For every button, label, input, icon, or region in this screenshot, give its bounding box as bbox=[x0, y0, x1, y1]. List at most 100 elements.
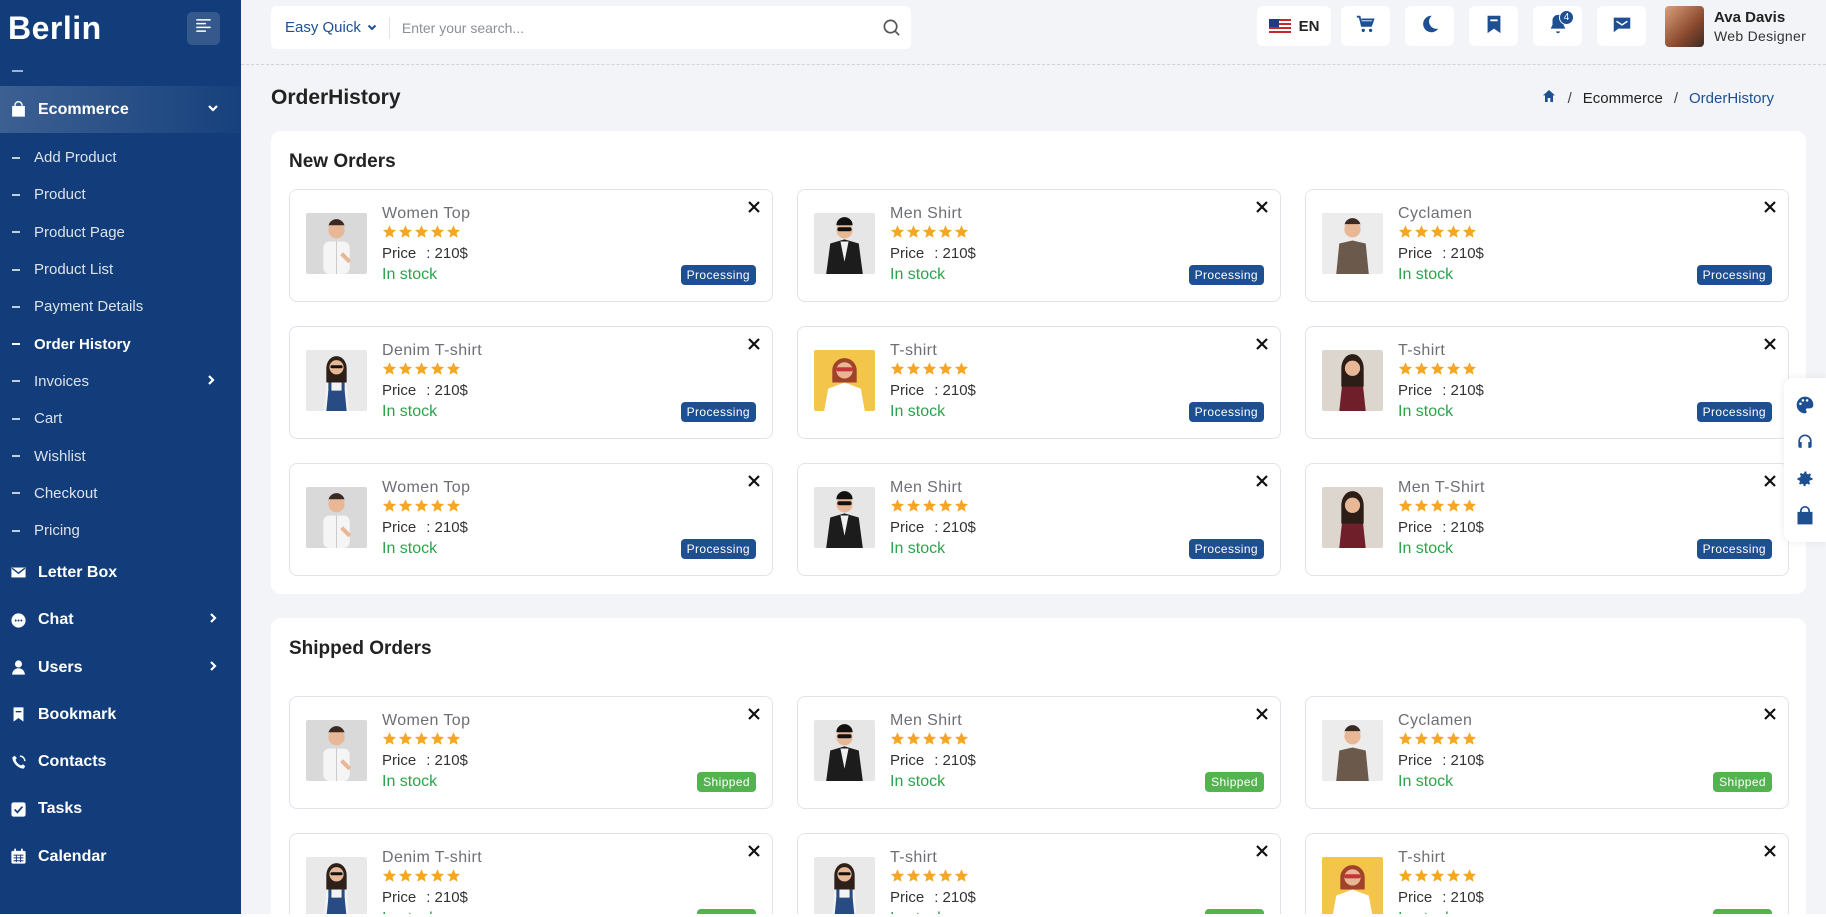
order-item-card[interactable]: Men T-Shirt Price: 210$ In stock Processing bbox=[1305, 463, 1789, 576]
sidebar-subitem-pricing[interactable]: Pricing bbox=[0, 512, 241, 549]
product-image[interactable] bbox=[1322, 213, 1383, 274]
product-name[interactable]: Men Shirt bbox=[890, 479, 962, 497]
order-item-card[interactable]: Men Shirt Price: 210$ In stock Processing bbox=[797, 463, 1281, 576]
product-name[interactable]: Women Top bbox=[382, 479, 470, 497]
product-name[interactable]: T-shirt bbox=[890, 342, 937, 360]
order-item-card[interactable]: T-shirt Price: 210$ In stock Processing bbox=[1305, 326, 1789, 439]
headset-icon[interactable] bbox=[1794, 431, 1816, 453]
palette-icon[interactable] bbox=[1794, 394, 1816, 416]
messages-button[interactable] bbox=[1597, 6, 1646, 46]
close-icon[interactable] bbox=[747, 474, 761, 488]
sidebar-toggle-button[interactable] bbox=[187, 11, 220, 45]
home-icon[interactable] bbox=[1541, 88, 1557, 108]
product-image[interactable] bbox=[814, 720, 875, 781]
search-input[interactable] bbox=[389, 19, 871, 36]
sidebar-item-calendar[interactable]: Calendar bbox=[0, 833, 241, 880]
order-item-card[interactable]: Men Shirt Price: 210$ In stock Shipped bbox=[797, 696, 1281, 809]
order-item-card[interactable]: T-shirt Price: 210$ In stock Processing bbox=[797, 326, 1281, 439]
order-item-card[interactable]: Men Shirt Price: 210$ In stock Processing bbox=[797, 189, 1281, 302]
sidebar-item-letter-box[interactable]: Letter Box bbox=[0, 549, 241, 596]
sidebar-item-users[interactable]: Users bbox=[0, 644, 241, 691]
sidebar-subitem-product[interactable]: Product bbox=[0, 176, 241, 213]
product-image[interactable] bbox=[1322, 487, 1383, 548]
product-image[interactable] bbox=[1322, 720, 1383, 781]
search-icon[interactable] bbox=[871, 18, 911, 37]
close-icon[interactable] bbox=[1255, 337, 1269, 351]
sidebar-item-bookmark[interactable]: Bookmark bbox=[0, 691, 241, 738]
sidebar-subitem-label: Order History bbox=[34, 335, 131, 353]
close-icon[interactable] bbox=[1255, 474, 1269, 488]
product-name[interactable]: Cyclamen bbox=[1398, 205, 1472, 223]
close-icon[interactable] bbox=[1763, 200, 1777, 214]
order-item-card[interactable]: Denim T-shirt Price: 210$ In stock Processi… bbox=[289, 326, 773, 439]
easy-quick-dropdown[interactable]: Easy Quick bbox=[271, 16, 390, 39]
sidebar-subitem-checkout[interactable]: Checkout bbox=[0, 475, 241, 512]
settings-icon[interactable] bbox=[1794, 468, 1816, 490]
order-item-card[interactable]: T-shirt Price: 210$ In stock Shipped bbox=[1305, 833, 1789, 914]
product-image[interactable] bbox=[814, 213, 875, 274]
dark-mode-toggle[interactable] bbox=[1405, 6, 1454, 46]
sidebar-item-tasks[interactable]: Tasks bbox=[0, 786, 241, 833]
shopping-bag-icon[interactable] bbox=[1794, 505, 1816, 527]
sidebar-subitem-product-page[interactable]: Product Page bbox=[0, 214, 241, 251]
product-image[interactable] bbox=[1322, 350, 1383, 411]
product-name[interactable]: Men Shirt bbox=[890, 712, 962, 730]
product-name[interactable]: Women Top bbox=[382, 712, 470, 730]
close-icon[interactable] bbox=[747, 844, 761, 858]
close-icon[interactable] bbox=[1763, 707, 1777, 721]
product-image[interactable] bbox=[306, 213, 367, 274]
order-item-card[interactable]: Cyclamen Price: 210$ In stock Shipped bbox=[1305, 696, 1789, 809]
order-item-card[interactable]: T-shirt Price: 210$ In stock Shipped bbox=[797, 833, 1281, 914]
order-item-card[interactable]: Women Top Price: 210$ In stock Shipped bbox=[289, 696, 773, 809]
sidebar-subitem-payment-details[interactable]: Payment Details bbox=[0, 288, 241, 325]
product-image[interactable] bbox=[306, 487, 367, 548]
product-name[interactable]: Denim T-shirt bbox=[382, 342, 482, 360]
sidebar-subitem-add-product[interactable]: Add Product bbox=[0, 139, 241, 176]
sidebar-subitem-wishlist[interactable]: Wishlist bbox=[0, 437, 241, 474]
close-icon[interactable] bbox=[747, 707, 761, 721]
close-icon[interactable] bbox=[1255, 707, 1269, 721]
sidebar-subitem-order-history[interactable]: Order History bbox=[0, 325, 241, 362]
sidebar-item-chat[interactable]: Chat bbox=[0, 597, 241, 644]
product-name[interactable]: Denim T-shirt bbox=[382, 849, 482, 867]
product-image[interactable] bbox=[306, 720, 367, 781]
close-icon[interactable] bbox=[747, 337, 761, 351]
product-name[interactable]: Cyclamen bbox=[1398, 712, 1472, 730]
product-name[interactable]: Men Shirt bbox=[890, 205, 962, 223]
product-image[interactable] bbox=[306, 350, 367, 411]
close-icon[interactable] bbox=[1763, 474, 1777, 488]
product-image[interactable] bbox=[306, 857, 367, 914]
sidebar-item-contacts[interactable]: Contacts bbox=[0, 738, 241, 785]
star-icon bbox=[430, 361, 446, 381]
close-icon[interactable] bbox=[1255, 200, 1269, 214]
order-item-card[interactable]: Denim T-shirt Price: 210$ In stock Shipped bbox=[289, 833, 773, 914]
order-item-card[interactable]: Women Top Price: 210$ In stock Processing bbox=[289, 189, 773, 302]
notifications-button[interactable]: 4 bbox=[1533, 6, 1582, 46]
close-icon[interactable] bbox=[747, 200, 761, 214]
sidebar-subitem-invoices[interactable]: Invoices bbox=[0, 363, 241, 400]
product-name[interactable]: Men T-Shirt bbox=[1398, 479, 1485, 497]
sidebar-item-ecommerce[interactable]: Ecommerce bbox=[0, 86, 241, 133]
user-profile[interactable]: Ava Davis Web Designer bbox=[1665, 6, 1806, 47]
close-icon[interactable] bbox=[1763, 337, 1777, 351]
order-item-card[interactable]: Women Top Price: 210$ In stock Processing bbox=[289, 463, 773, 576]
sidebar-subitem-product-list[interactable]: Product List bbox=[0, 251, 241, 288]
product-image[interactable] bbox=[814, 350, 875, 411]
close-icon[interactable] bbox=[1763, 844, 1777, 858]
product-image[interactable] bbox=[814, 857, 875, 914]
sidebar-subitem-cart[interactable]: Cart bbox=[0, 400, 241, 437]
language-selector[interactable]: EN bbox=[1257, 6, 1331, 46]
product-name[interactable]: T-shirt bbox=[1398, 849, 1445, 867]
bookmark-button[interactable] bbox=[1469, 6, 1518, 46]
product-image[interactable] bbox=[814, 487, 875, 548]
rating-stars bbox=[382, 498, 462, 518]
breadcrumb-item[interactable]: Ecommerce bbox=[1583, 90, 1663, 107]
order-item-card[interactable]: Cyclamen Price: 210$ In stock Processing bbox=[1305, 189, 1789, 302]
product-image[interactable] bbox=[1322, 857, 1383, 914]
product-name[interactable]: T-shirt bbox=[890, 849, 937, 867]
cart-button[interactable] bbox=[1341, 6, 1390, 46]
product-name[interactable]: Women Top bbox=[382, 205, 470, 223]
app-logo[interactable]: Berlin bbox=[8, 10, 102, 47]
close-icon[interactable] bbox=[1255, 844, 1269, 858]
product-name[interactable]: T-shirt bbox=[1398, 342, 1445, 360]
